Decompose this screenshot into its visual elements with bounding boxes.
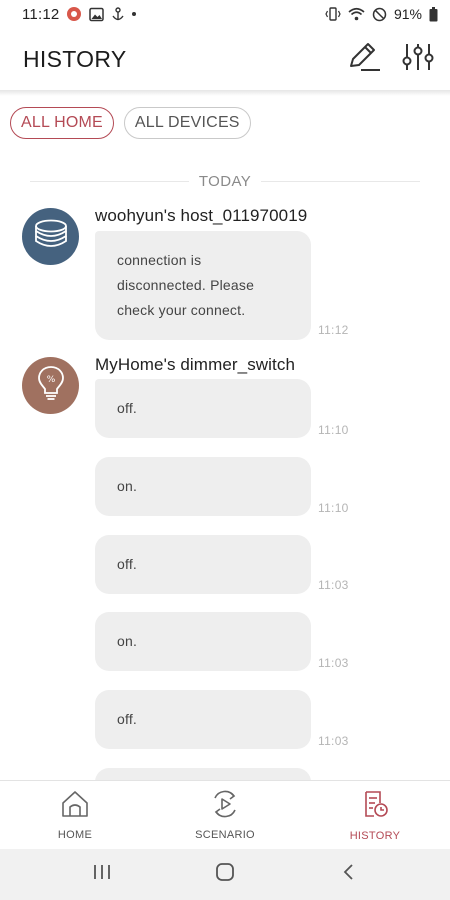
message-bubble[interactable]: off. bbox=[95, 535, 311, 594]
day-label: TODAY bbox=[198, 172, 252, 190]
message-time: 11:10 bbox=[318, 501, 349, 515]
nav-label-home: HOME bbox=[57, 828, 93, 841]
battery-percentage: 91% bbox=[393, 6, 422, 22]
do-not-disturb-icon bbox=[372, 7, 387, 22]
filter-all-home-chip[interactable]: ALL HOME bbox=[10, 107, 114, 139]
host-stack-icon bbox=[33, 218, 69, 255]
filter-chips: ALL HOME ALL DEVICES bbox=[10, 107, 251, 139]
home-square-icon bbox=[215, 862, 235, 887]
home-system-button[interactable] bbox=[203, 855, 247, 895]
device-avatar-dimmer[interactable]: % bbox=[22, 357, 79, 414]
message-bubble[interactable]: on. bbox=[95, 457, 311, 516]
nav-item-home[interactable]: HOME bbox=[0, 781, 150, 849]
dimmer-bulb-icon: % bbox=[36, 365, 66, 406]
pencil-icon bbox=[347, 42, 381, 77]
app-notification-icon bbox=[66, 6, 82, 22]
recent-apps-button[interactable] bbox=[80, 855, 124, 895]
edit-button[interactable] bbox=[346, 41, 382, 77]
nav-item-history[interactable]: HISTORY bbox=[300, 781, 450, 849]
status-time: 11:12 bbox=[22, 5, 60, 23]
divider-line-left bbox=[30, 180, 189, 182]
status-bar-right: 91% bbox=[325, 6, 438, 22]
anchor-icon bbox=[111, 6, 125, 22]
svg-text:%: % bbox=[46, 375, 55, 385]
status-bar: 11:12 91% bbox=[0, 0, 450, 28]
page-title: HISTORY bbox=[23, 45, 127, 72]
message-time: 11:03 bbox=[318, 656, 349, 670]
message-bubble[interactable]: off. bbox=[95, 690, 311, 749]
message-bubble[interactable]: on. bbox=[95, 612, 311, 671]
nav-label-history: HISTORY bbox=[349, 829, 401, 842]
nav-item-scenario[interactable]: SCENARIO bbox=[150, 781, 300, 849]
back-button[interactable] bbox=[326, 855, 370, 895]
vibrate-icon bbox=[325, 7, 341, 21]
wifi-icon bbox=[348, 7, 365, 21]
battery-icon bbox=[429, 6, 438, 22]
nav-label-scenario: SCENARIO bbox=[195, 828, 255, 841]
device-name: MyHome's dimmer_switch bbox=[95, 355, 296, 374]
history-feed[interactable]: woohyun's host_011970019 connection is d… bbox=[0, 200, 450, 780]
message-time: 11:03 bbox=[318, 578, 349, 592]
message-time: 11:12 bbox=[318, 323, 349, 337]
message-time: 11:10 bbox=[318, 423, 349, 437]
sliders-icon bbox=[401, 42, 435, 77]
gallery-icon bbox=[89, 7, 105, 22]
message-bubble-partial[interactable] bbox=[95, 768, 311, 780]
system-navigation-bar bbox=[0, 849, 450, 900]
day-divider: TODAY bbox=[30, 171, 421, 191]
header-divider bbox=[0, 90, 450, 96]
recent-apps-icon bbox=[92, 864, 112, 885]
back-chevron-icon bbox=[341, 863, 355, 886]
divider-line-right bbox=[261, 180, 421, 182]
history-icon bbox=[360, 789, 390, 824]
bottom-nav: HOME SCENARIO HISTORY bbox=[0, 780, 450, 849]
filter-all-devices-chip[interactable]: ALL DEVICES bbox=[123, 107, 251, 139]
device-avatar-host[interactable] bbox=[22, 208, 79, 265]
home-icon bbox=[60, 790, 90, 823]
app-header: HISTORY bbox=[0, 28, 450, 90]
message-bubble[interactable]: off. bbox=[95, 379, 311, 438]
message-time: 11:03 bbox=[318, 734, 349, 748]
dot-icon bbox=[132, 12, 137, 16]
scenario-icon bbox=[210, 790, 240, 823]
message-bubble[interactable]: connection is disconnected. Please check… bbox=[95, 231, 311, 340]
device-name: woohyun's host_011970019 bbox=[95, 206, 308, 225]
status-bar-left: 11:12 bbox=[22, 5, 137, 23]
filter-settings-button[interactable] bbox=[400, 41, 436, 77]
header-actions bbox=[346, 41, 436, 77]
